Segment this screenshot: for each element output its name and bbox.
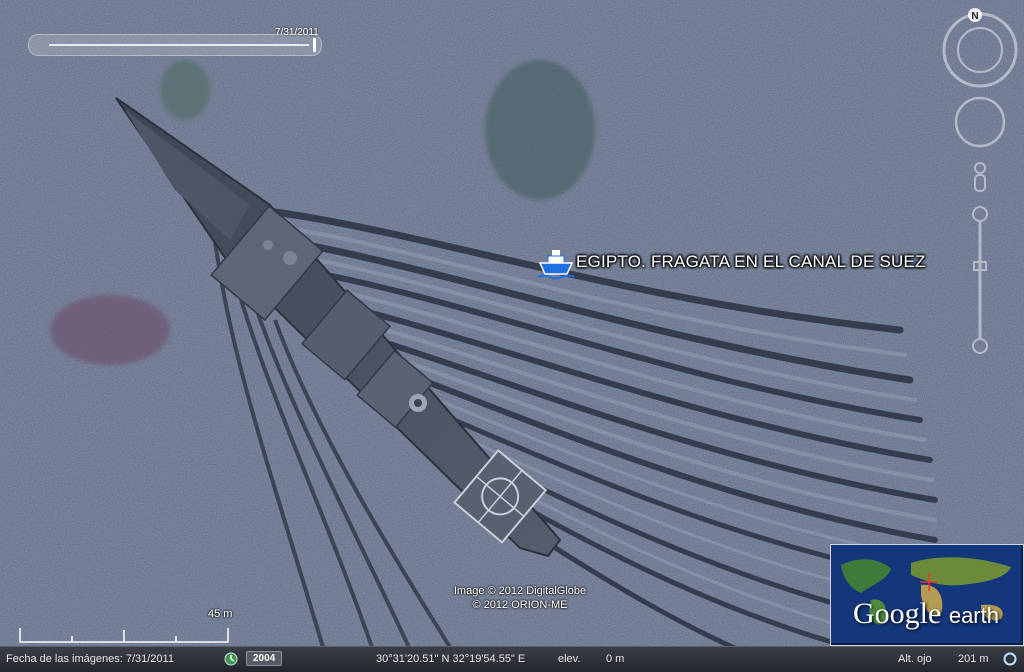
elevation-value: 0 m [606,653,625,665]
north-indicator[interactable]: N [968,8,982,22]
time-slider-date: 7/31/2011 [275,27,319,38]
map-viewport[interactable]: 7/31/2011 EGIPTO. FRAGATA EN EL CANAL DE… [0,0,1024,671]
logo-word-google: Google [853,597,942,630]
logo-wordmark: Google earth [831,597,1021,631]
scale-bar-label: 45 m [208,608,233,620]
attribution-line-2: © 2012 ORION-ME [472,599,568,611]
coordinates-readout: 30°31'20.51" N 32°19'54.55" E [376,653,526,665]
placemark[interactable]: EGIPTO. FRAGATA EN EL CANAL DE SUEZ [536,242,926,282]
streaming-status-icon [1003,652,1017,666]
street-view-pegman-icon[interactable] [974,162,986,192]
navigation-controls[interactable]: N [936,4,1024,364]
zoom-slider-icon[interactable] [972,206,988,354]
eye-altitude-label: Alt. ojo [898,653,932,665]
compass-ring-icon[interactable] [942,12,1018,88]
historical-year-badge[interactable]: 2004 [246,651,283,666]
placemark-label[interactable]: EGIPTO. FRAGATA EN EL CANAL DE SUEZ [576,252,926,272]
imagery-attribution: Image © 2012 DigitalGlobe © 2012 ORION-M… [420,584,620,612]
time-slider-thumb[interactable] [313,38,316,52]
north-label: N [971,11,978,22]
look-joystick-icon[interactable] [954,96,1006,148]
time-slider[interactable]: 7/31/2011 [28,27,322,56]
time-slider-track[interactable] [49,44,309,46]
elevation-label: elev. [558,653,581,665]
attribution-line-1: Image © 2012 DigitalGlobe [453,585,587,597]
historical-imagery-icon[interactable] [224,652,238,666]
status-bar: Fecha de las imágenes: 7/31/2011 2004 30… [0,646,1024,672]
logo-word-earth: earth [948,603,999,628]
scale-bar: 45 m [18,608,248,644]
eye-altitude-value: 201 m [958,653,989,665]
imagery-date: Fecha de las imágenes: 7/31/2011 [6,653,174,665]
google-earth-logo: Google earth [830,544,1024,646]
ship-icon[interactable] [536,242,576,282]
